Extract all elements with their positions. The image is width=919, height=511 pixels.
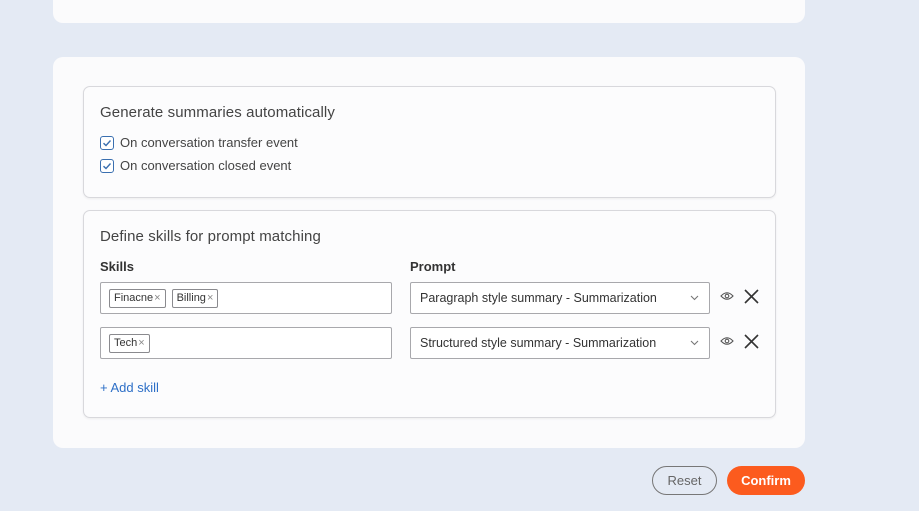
preview-eye-icon[interactable] <box>720 336 734 346</box>
skills-input-row-1[interactable]: Finacne × Billing × <box>100 282 392 314</box>
prompt-select-row-1[interactable]: Paragraph style summary - Summarization <box>410 282 710 314</box>
transfer-event-label: On conversation transfer event <box>120 135 298 150</box>
prompt-select-value: Structured style summary - Summarization <box>420 336 657 350</box>
closed-event-label: On conversation closed event <box>120 158 292 173</box>
closed-event-option[interactable]: On conversation closed event <box>100 158 291 173</box>
remove-chip-icon[interactable]: × <box>138 337 144 349</box>
prompt-select-row-2[interactable]: Structured style summary - Summarization <box>410 327 710 359</box>
remove-row-icon[interactable] <box>744 334 759 349</box>
remove-chip-icon[interactable]: × <box>207 292 213 304</box>
reset-button[interactable]: Reset <box>652 466 717 495</box>
skill-chip: Tech × <box>109 333 150 353</box>
checkmark-icon <box>103 139 112 146</box>
skills-input-row-2[interactable]: Tech × <box>100 327 392 359</box>
previous-settings-card <box>53 0 805 23</box>
closed-event-checkbox[interactable] <box>100 158 114 173</box>
remove-chip-icon[interactable]: × <box>154 292 160 304</box>
skill-chip-label: Tech <box>114 337 138 349</box>
confirm-button[interactable]: Confirm <box>727 466 805 495</box>
skills-section-title: Define skills for prompt matching <box>100 228 321 245</box>
prompt-select-value: Paragraph style summary - Summarization <box>420 291 657 305</box>
skills-section: Define skills for prompt matching Skills… <box>83 210 776 418</box>
checkmark-icon <box>103 162 112 169</box>
skill-chip-label: Billing <box>176 292 206 304</box>
preview-eye-icon[interactable] <box>720 291 734 301</box>
transfer-event-checkbox[interactable] <box>100 135 114 150</box>
auto-summaries-section: Generate summaries automatically On conv… <box>83 86 776 198</box>
transfer-event-option[interactable]: On conversation transfer event <box>100 135 298 150</box>
add-skill-link[interactable]: + Add skill <box>100 380 159 395</box>
auto-summaries-title: Generate summaries automatically <box>100 104 335 121</box>
skills-column-label: Skills <box>100 259 134 274</box>
skill-chip: Billing × <box>171 288 219 308</box>
summary-settings-card: Generate summaries automatically On conv… <box>53 57 805 448</box>
chevron-down-icon <box>690 295 699 301</box>
remove-row-icon[interactable] <box>744 289 759 304</box>
chevron-down-icon <box>690 340 699 346</box>
prompt-column-label: Prompt <box>410 259 456 274</box>
skill-chip: Finacne × <box>109 288 166 308</box>
skill-chip-label: Finacne <box>114 292 154 304</box>
